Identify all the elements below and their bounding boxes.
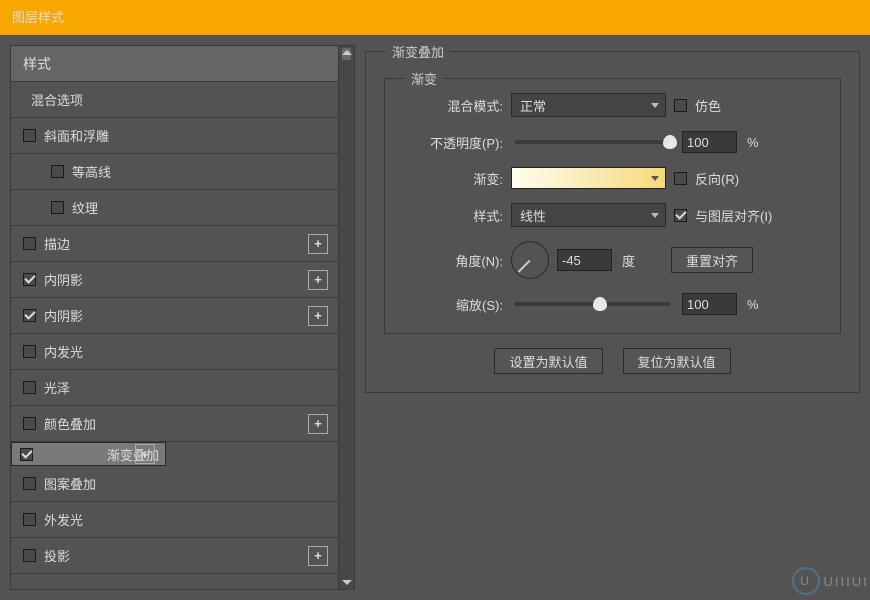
align-label: 与图层对齐(I)	[695, 206, 772, 225]
scale-input[interactable]	[682, 293, 737, 315]
scroll-up-icon[interactable]	[342, 50, 352, 55]
style-label: 内阴影	[44, 270, 83, 289]
style-label: 描边	[44, 234, 70, 253]
title-bar: 图层样式	[0, 0, 870, 35]
style-item-12[interactable]: 外发光	[11, 502, 338, 538]
style-item-11[interactable]: 图案叠加	[11, 466, 338, 502]
scale-thumb[interactable]	[593, 297, 607, 311]
blend-mode-value: 正常	[520, 96, 546, 115]
reverse-checkbox[interactable]	[674, 172, 687, 185]
dither-checkbox[interactable]	[674, 99, 687, 112]
dial-needle	[518, 260, 530, 272]
angle-input[interactable]	[557, 249, 612, 271]
set-default-button[interactable]: 设置为默认值	[494, 348, 602, 374]
add-effect-button[interactable]: +	[308, 414, 328, 434]
style-item-9[interactable]: 颜色叠加 +	[11, 406, 338, 442]
opacity-label: 不透明度(P):	[403, 133, 503, 152]
watermark: U UIIIUIII	[792, 567, 870, 595]
style-checkbox[interactable]	[23, 345, 36, 358]
style-label: 混合选项	[31, 90, 83, 109]
style-item-2[interactable]: 等高线	[11, 154, 338, 190]
style-label: 光泽	[44, 378, 70, 397]
style-label: 外发光	[44, 510, 83, 529]
style-item-10[interactable]: 渐变叠加+	[11, 442, 166, 466]
style-label: 图案叠加	[44, 474, 96, 493]
style-label: 纹理	[72, 198, 98, 217]
style-checkbox[interactable]	[20, 448, 33, 461]
style-item-6[interactable]: 内阴影 +	[11, 298, 338, 334]
reset-align-button[interactable]: 重置对齐	[671, 247, 753, 273]
add-effect-button[interactable]: +	[308, 270, 328, 290]
chevron-down-icon	[651, 176, 659, 181]
align-checkbox[interactable]	[674, 209, 687, 222]
style-checkbox[interactable]	[23, 477, 36, 490]
scale-label: 缩放(S):	[403, 295, 503, 314]
blend-mode-label: 混合模式:	[403, 96, 503, 115]
opacity-slider[interactable]	[515, 140, 670, 144]
style-select[interactable]: 线性	[511, 203, 666, 227]
style-item-1[interactable]: 斜面和浮雕	[11, 118, 338, 154]
reverse-label: 反向(R)	[695, 169, 739, 188]
style-label: 样式:	[403, 206, 503, 225]
scale-slider[interactable]	[515, 302, 670, 306]
angle-label: 角度(N):	[403, 251, 503, 270]
style-checkbox[interactable]	[51, 165, 64, 178]
opacity-unit: %	[747, 135, 759, 150]
chevron-down-icon	[651, 213, 659, 218]
settings-panel: 渐变叠加 渐变 混合模式: 正常 仿色 不透明度(P): %	[365, 45, 860, 590]
style-checkbox[interactable]	[23, 417, 36, 430]
style-checkbox[interactable]	[23, 129, 36, 142]
gradient-swatch[interactable]	[511, 167, 666, 189]
watermark-icon: U	[792, 567, 820, 595]
group-title: 渐变叠加	[386, 42, 450, 61]
style-checkbox[interactable]	[23, 513, 36, 526]
style-checkbox[interactable]	[23, 549, 36, 562]
window-title: 图层样式	[12, 10, 64, 25]
opacity-input[interactable]	[682, 131, 737, 153]
style-label: 内阴影	[44, 306, 83, 325]
gradient-overlay-group: 渐变叠加 渐变 混合模式: 正常 仿色 不透明度(P): %	[365, 51, 860, 393]
reset-default-button[interactable]: 复位为默认值	[623, 348, 731, 374]
style-checkbox[interactable]	[23, 273, 36, 286]
inner-group-title: 渐变	[405, 69, 443, 88]
dither-label: 仿色	[695, 96, 721, 115]
angle-dial[interactable]	[511, 241, 549, 279]
blend-mode-select[interactable]: 正常	[511, 93, 666, 117]
scroll-down-icon[interactable]	[342, 580, 352, 585]
style-label: 斜面和浮雕	[44, 126, 109, 145]
style-item-0[interactable]: 混合选项	[11, 82, 338, 118]
add-effect-button[interactable]: +	[308, 546, 328, 566]
style-item-3[interactable]: 纹理	[11, 190, 338, 226]
style-item-7[interactable]: 内发光	[11, 334, 338, 370]
styles-header: 样式	[11, 46, 338, 82]
add-effect-button[interactable]: +	[308, 306, 328, 326]
content-area: 样式 混合选项斜面和浮雕等高线纹理描边+内阴影+内阴影+内发光光泽颜色叠加+渐变…	[0, 35, 870, 600]
style-label: 内发光	[44, 342, 83, 361]
style-item-5[interactable]: 内阴影 +	[11, 262, 338, 298]
angle-unit: 度	[622, 251, 635, 270]
styles-sidebar: 样式 混合选项斜面和浮雕等高线纹理描边+内阴影+内阴影+内发光光泽颜色叠加+渐变…	[10, 45, 355, 590]
chevron-down-icon	[651, 103, 659, 108]
add-effect-button[interactable]: +	[135, 444, 155, 464]
sidebar-scrollbar[interactable]	[338, 46, 354, 589]
style-item-4[interactable]: 描边 +	[11, 226, 338, 262]
style-item-13[interactable]: 投影 +	[11, 538, 338, 574]
style-item-8[interactable]: 光泽	[11, 370, 338, 406]
style-checkbox[interactable]	[23, 309, 36, 322]
styles-list: 样式 混合选项斜面和浮雕等高线纹理描边+内阴影+内阴影+内发光光泽颜色叠加+渐变…	[11, 46, 338, 589]
style-checkbox[interactable]	[23, 381, 36, 394]
style-label: 投影	[44, 546, 70, 565]
style-checkbox[interactable]	[23, 237, 36, 250]
style-checkbox[interactable]	[51, 201, 64, 214]
opacity-thumb[interactable]	[663, 135, 677, 149]
style-label: 等高线	[72, 162, 111, 181]
add-effect-button[interactable]: +	[308, 234, 328, 254]
style-label: 颜色叠加	[44, 414, 96, 433]
scale-unit: %	[747, 297, 759, 312]
style-value: 线性	[520, 206, 546, 225]
gradient-group: 渐变 混合模式: 正常 仿色 不透明度(P): %	[384, 78, 841, 334]
gradient-label: 渐变:	[403, 169, 503, 188]
